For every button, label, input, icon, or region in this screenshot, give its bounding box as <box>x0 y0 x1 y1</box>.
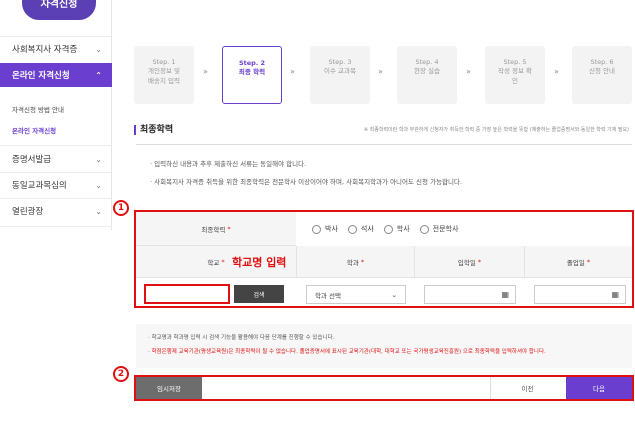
major-select-value: 학과 선택 <box>315 291 341 300</box>
radio-bachelor[interactable]: 학사 <box>383 224 410 234</box>
sidebar-item-label: 열린광장 <box>12 207 44 217</box>
notes-line: · 학교명과 학과명 입력 시 검색 기능을 활용해야 다음 단계를 진행할 수… <box>148 335 335 341</box>
divider <box>0 226 112 227</box>
button-bar: 임시저장 이전 다음 <box>134 375 634 401</box>
notes-warning-line: · 학점은행제 교육기관(평생교육원)은 최종학력이 될 수 없습니다. 졸업증… <box>148 349 546 355</box>
notice-line: · 사회복지사 자격증 취득을 위한 최종학력은 전문학사 이상이어야 하며, … <box>150 178 463 186</box>
education-form: 최종학력 * 박사 석사 학사 전문학사 학교 * 학교명 입력 학과 * 입학일 * … <box>134 210 634 308</box>
required-mark: * <box>477 257 482 266</box>
required-mark: * <box>227 224 231 233</box>
sidebar-item-label: 동일교과목심의 <box>12 181 67 191</box>
divider <box>0 145 112 146</box>
radio-circle-icon[interactable] <box>419 224 429 234</box>
step-6: Step. 6 신청 안내 <box>572 46 632 104</box>
step-label: 인 <box>512 76 518 85</box>
sidebar-item-label: 사회복지사 자격증 <box>12 45 78 55</box>
chevron-down-icon: ⌄ <box>95 180 102 190</box>
next-button[interactable]: 다음 <box>566 377 632 399</box>
chevron-down-icon: ⌄ <box>95 44 102 54</box>
step-label: 작성 정보 확 <box>497 67 533 76</box>
step-number: Step. 5 <box>503 58 527 66</box>
required-mark: * <box>360 257 365 266</box>
school-label: 학교 <box>207 258 220 267</box>
degree-label-cell: 최종학력 * <box>136 212 296 246</box>
required-mark: * <box>586 257 591 266</box>
school-search-button[interactable]: 검색 <box>234 285 284 303</box>
sidebar-item-social-worker-license[interactable]: 사회복지사 자격증 ⌄ <box>0 37 112 61</box>
radio-circle-icon[interactable] <box>347 224 357 234</box>
chevron-down-icon: ⌄ <box>391 290 397 299</box>
step-4: Step. 4 현장 실습 <box>397 46 457 104</box>
major-label-cell: 학과 * <box>296 246 414 278</box>
entry-date-input[interactable]: ▦ <box>424 285 516 304</box>
step-number: Step. 2 <box>238 59 266 67</box>
step-number: Step. 6 <box>590 58 614 66</box>
sidebar-item-online-apply[interactable]: 온라인 자격신청 ⌃ <box>0 63 112 87</box>
step-label: 현장 실습 <box>414 67 440 76</box>
chevron-up-icon: ⌃ <box>95 70 102 80</box>
step-1: Step. 1 개인정보 및 배송지 입력 <box>134 46 194 104</box>
major-label: 학과 <box>346 258 359 267</box>
radio-label: 전문학사 <box>432 225 459 233</box>
annotation-badge-1: 1 <box>113 200 129 216</box>
section-note: ※ 최종학력이란 학과 무관하게 신청자가 취득한 학력 중 가장 높은 학력을… <box>363 127 629 133</box>
radio-label: 박사 <box>325 225 338 233</box>
radio-label: 학사 <box>396 225 410 233</box>
entry-date-label: 입학일 <box>457 258 476 267</box>
grad-date-label: 졸업일 <box>566 258 585 267</box>
chevron-right-icon: » <box>378 67 383 76</box>
entry-label-cell: 입학일 * <box>414 246 524 278</box>
section-title: 최종학력 <box>134 125 173 135</box>
sidebar-logo: 자격신청 <box>22 0 96 20</box>
chevron-right-icon: » <box>554 67 559 76</box>
chevron-right-icon: » <box>290 67 295 76</box>
chevron-right-icon: » <box>466 67 471 76</box>
radio-circle-icon[interactable] <box>312 224 321 234</box>
step-label: 최종 학력 <box>238 68 266 77</box>
degree-radio-group: 박사 석사 학사 전문학사 <box>312 224 458 234</box>
step-number: Step. 1 <box>152 58 176 66</box>
step-3: Step. 3 이수 교과목 <box>310 46 370 104</box>
radio-circle-icon[interactable] <box>383 224 393 234</box>
notice-line: · 입력하신 내용과 추후 제출하신 서류는 동일해야 합니다. <box>150 160 307 168</box>
chevron-right-icon: » <box>203 67 208 76</box>
calendar-icon[interactable]: ▦ <box>501 290 509 299</box>
sidebar: 자격신청 사회복지사 자격증 ⌄ 온라인 자격신청 ⌃ 자격신청 방법 안내 온… <box>0 0 112 230</box>
radio-doctor[interactable]: 박사 <box>312 224 338 234</box>
step-number: Step. 3 <box>328 58 352 66</box>
sidebar-item-label: 증명서발급 <box>12 155 52 165</box>
major-select[interactable]: 학과 선택 ⌄ <box>306 285 406 304</box>
prev-button[interactable]: 이전 <box>490 377 564 399</box>
required-mark: * <box>221 257 225 266</box>
sidebar-subitem-apply-guide[interactable]: 자격신청 방법 안내 <box>12 104 64 114</box>
annotation-badge-2: 2 <box>113 366 129 382</box>
step-label: 배송지 입력 <box>148 76 180 85</box>
grad-label-cell: 졸업일 * <box>524 246 632 278</box>
degree-label: 최종학력 <box>201 225 226 234</box>
step-label: 이수 교과목 <box>324 67 356 76</box>
step-label: 개인정보 및 <box>148 67 180 76</box>
step-label: 신청 안내 <box>589 67 615 76</box>
school-input[interactable] <box>144 284 230 304</box>
sidebar-subitem-online-apply[interactable]: 온라인 자격신청 <box>12 125 56 135</box>
sidebar-item-certificate[interactable]: 증명서발급 ⌄ <box>0 147 112 171</box>
calendar-icon[interactable]: ▦ <box>611 290 619 299</box>
step-number: Step. 4 <box>415 58 439 66</box>
sidebar-item-open-square[interactable]: 열린광장 ⌄ <box>0 199 112 223</box>
radio-master[interactable]: 석사 <box>347 224 374 234</box>
sidebar-item-label: 온라인 자격신청 <box>12 71 70 81</box>
notice-box: · 입력하신 내용과 추후 제출하신 서류는 동일해야 합니다. · 사회복지사… <box>136 144 632 200</box>
step-5: Step. 5 작성 정보 확 인 <box>485 46 545 104</box>
radio-associate[interactable]: 전문학사 <box>419 224 459 234</box>
chevron-down-icon: ⌄ <box>95 154 102 164</box>
radio-label: 석사 <box>360 225 374 233</box>
notes-box: · 학교명과 학과명 입력 시 검색 기능을 활용해야 다음 단계를 진행할 수… <box>136 324 632 368</box>
temp-save-button[interactable]: 임시저장 <box>136 377 202 399</box>
school-annotation: 학교명 입력 <box>232 256 287 269</box>
chevron-down-icon: ⌄ <box>95 206 102 216</box>
grad-date-input[interactable]: ▦ <box>534 285 626 304</box>
sidebar-item-course-review[interactable]: 동일교과목심의 ⌄ <box>0 173 112 197</box>
step-2: Step. 2 최종 학력 <box>222 46 282 104</box>
